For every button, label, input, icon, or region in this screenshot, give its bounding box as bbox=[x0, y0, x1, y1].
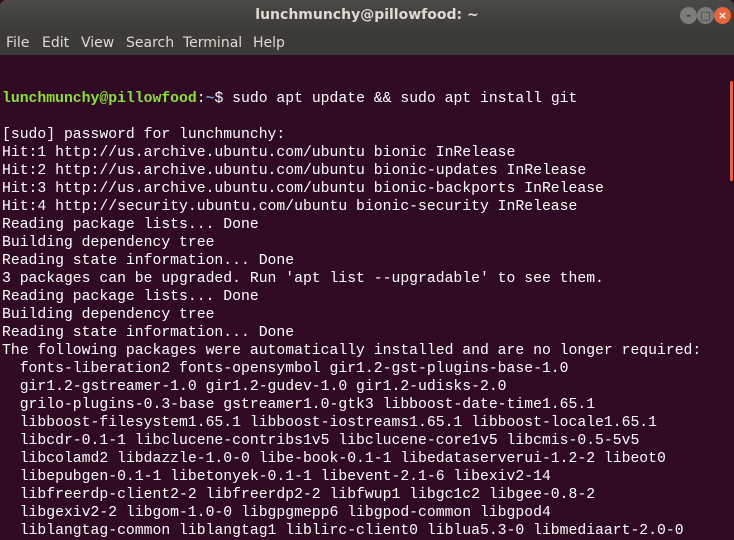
output-line: Building dependency tree bbox=[2, 307, 215, 323]
menu-file[interactable]: File bbox=[6, 35, 29, 51]
output-line: libboost-filesystem1.65.1 libboost-iostr… bbox=[2, 415, 658, 431]
close-icon[interactable]: × bbox=[714, 7, 731, 24]
output-line: Hit:1 http://us.archive.ubuntu.com/ubunt… bbox=[2, 145, 516, 161]
output-line: 3 packages can be upgraded. Run 'apt lis… bbox=[2, 271, 604, 287]
prompt-user-host: lunchmunchy@pillowfood bbox=[2, 91, 197, 107]
prompt-colon: : bbox=[196, 91, 206, 107]
output-line: libcolamd2 libdazzle-1.0-0 libe-book-0.1… bbox=[2, 451, 666, 467]
minimize-icon[interactable]: – bbox=[680, 7, 697, 24]
output-line: Reading package lists... Done bbox=[2, 289, 259, 305]
output-line: grilo-plugins-0.3-base gstreamer1.0-gtk3… bbox=[2, 397, 596, 413]
output-line: gir1.2-gstreamer-1.0 gir1.2-gudev-1.0 gi… bbox=[2, 379, 507, 395]
output-line: libgexiv2-2 libgom-1.0-0 libgpgmepp6 lib… bbox=[2, 505, 551, 521]
prompt-command: sudo apt update && sudo apt install git bbox=[223, 91, 578, 107]
window-title: lunchmunchy@pillowfood: ~ bbox=[255, 7, 479, 23]
menu-edit[interactable]: Edit bbox=[42, 35, 69, 51]
prompt-line: lunchmunchy@pillowfood:~$ sudo apt updat… bbox=[2, 90, 722, 108]
scrollbar[interactable] bbox=[728, 55, 734, 488]
output-line: libepubgen-0.1-1 libetonyek-0.1-1 libeve… bbox=[2, 469, 551, 485]
maximize-icon[interactable]: □ bbox=[697, 7, 714, 24]
menu-terminal[interactable]: Terminal bbox=[183, 35, 242, 51]
output-line: [sudo] password for lunchmunchy: bbox=[2, 127, 286, 143]
output-line: liblangtag-common liblangtag1 liblirc-cl… bbox=[2, 523, 684, 539]
menu-view[interactable]: View bbox=[81, 35, 114, 51]
terminal-output[interactable]: lunchmunchy@pillowfood:~$ sudo apt updat… bbox=[2, 54, 722, 540]
menu-bar: File Edit View Search Terminal Help bbox=[0, 32, 734, 55]
output-line: The following packages were automaticall… bbox=[2, 343, 702, 359]
output-line: Hit:4 http://security.ubuntu.com/ubuntu … bbox=[2, 199, 578, 215]
output-line: libcdr-0.1-1 libclucene-contribs1v5 libc… bbox=[2, 433, 640, 449]
output-line: Building dependency tree bbox=[2, 235, 215, 251]
prompt-symbol: $ bbox=[214, 91, 224, 107]
output-line: libfreerdp-client2-2 libfreerdp2-2 libfw… bbox=[2, 487, 596, 503]
title-bar: lunchmunchy@pillowfood: ~ – □ × bbox=[0, 0, 734, 32]
output-line: Reading package lists... Done bbox=[2, 217, 259, 233]
output-line: Reading state information... Done bbox=[2, 325, 295, 341]
output-line: Hit:3 http://us.archive.ubuntu.com/ubunt… bbox=[2, 181, 604, 197]
output-line: Reading state information... Done bbox=[2, 253, 295, 269]
menu-help[interactable]: Help bbox=[253, 35, 285, 51]
output-line: Hit:2 http://us.archive.ubuntu.com/ubunt… bbox=[2, 163, 587, 179]
scrollbar-thumb[interactable] bbox=[730, 81, 733, 181]
menu-search[interactable]: Search bbox=[126, 35, 174, 51]
output-line: fonts-liberation2 fonts-opensymbol gir1.… bbox=[2, 361, 569, 377]
